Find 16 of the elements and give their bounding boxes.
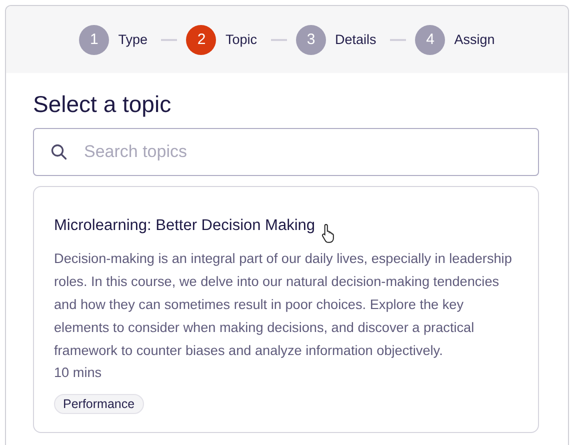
step-label: Assign <box>454 32 495 47</box>
topic-description: Decision-making is an integral part of our daily lives, especially in leadership roles. In this course, we delve into our natural decision-making tendencies and how they can sometimes result in poor choices. Explore the key elements to consider when making decisions, and discover a practical framework to counter biases and analyze information objectively. <box>54 250 513 360</box>
step-label: Topic <box>225 32 257 47</box>
topic-title: Microlearning: Better Decision Making <box>54 217 316 235</box>
topic-tag: Performance <box>54 394 144 414</box>
topic-card[interactable] <box>33 186 539 433</box>
topic-duration: 10 mins <box>54 365 103 380</box>
step-number[interactable]: 4 <box>415 24 446 54</box>
step-number[interactable]: 3 <box>296 24 326 54</box>
page-heading: Select a topic <box>33 91 172 118</box>
search-icon <box>50 143 68 161</box>
step-label: Type <box>118 32 148 47</box>
step-number[interactable]: 2 <box>186 24 216 54</box>
step-label: Details <box>335 32 376 47</box>
step-number[interactable]: 1 <box>79 24 110 54</box>
search-field[interactable]: Search topics <box>33 128 539 176</box>
